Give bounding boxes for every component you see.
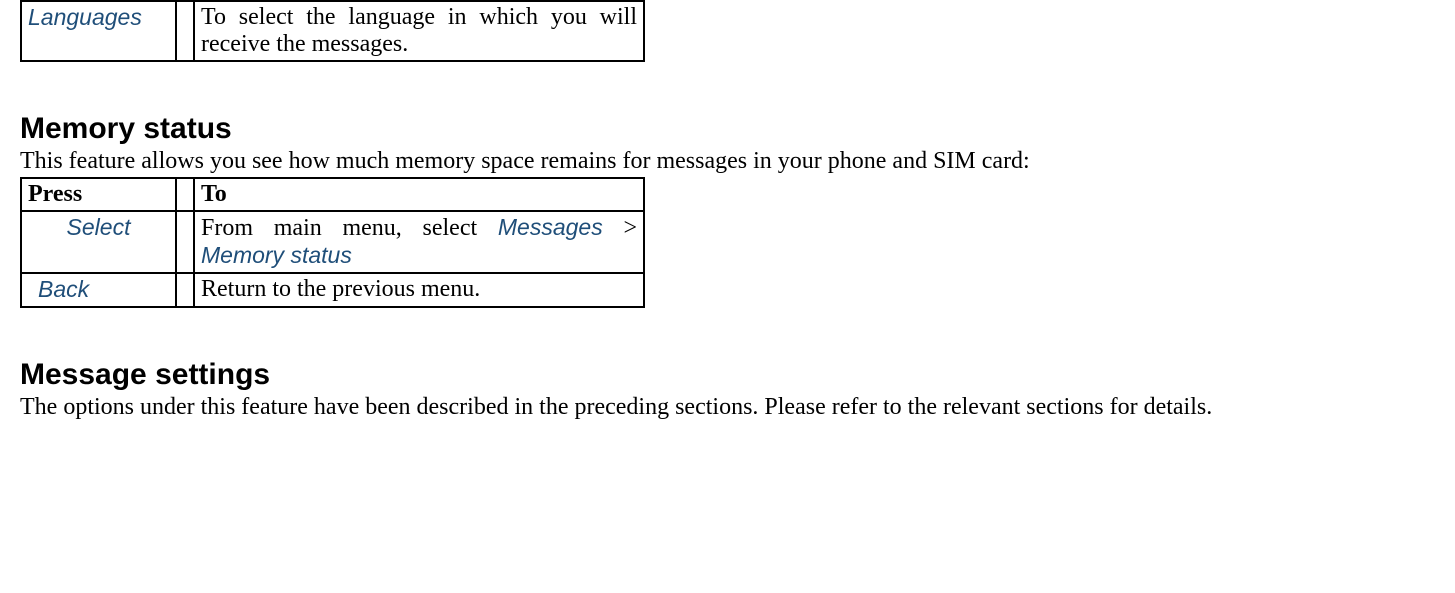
languages-table: Languages To select the language in whic… [20,0,645,62]
header-press: Press [21,178,176,211]
menu-label-memory-status: Memory status [201,242,352,268]
cell-label: Select [21,211,176,273]
header-spacer [176,178,194,211]
table-row: Back Return to the previous menu. [21,273,644,307]
desc-separator: > [603,215,637,241]
cell-spacer [176,211,194,273]
table-header-row: Press To [21,178,644,211]
cell-spacer [176,273,194,307]
heading-message-settings: Message settings [20,358,1435,392]
menu-label-select: Select [28,214,169,241]
cell-label: Back [21,273,176,307]
cell-description: Return to the previous menu. [194,273,644,307]
menu-label-languages: Languages [28,4,142,30]
cell-description: From main menu, select Messages > Memory… [194,211,644,273]
message-settings-intro: The options under this feature have been… [20,394,1435,421]
desc-prefix: From main menu, select [201,215,498,241]
table-row: Select From main menu, select Messages >… [21,211,644,273]
memory-status-table: Press To Select From main menu, select M… [20,177,645,308]
cell-spacer [176,1,194,61]
table-row: Languages To select the language in whic… [21,1,644,61]
header-to: To [194,178,644,211]
cell-label: Languages [21,1,176,61]
menu-label-messages: Messages [498,214,603,240]
cell-description: To select the language in which you will… [194,1,644,61]
heading-memory-status: Memory status [20,112,1435,146]
menu-label-back: Back [28,276,89,302]
memory-status-intro: This feature allows you see how much mem… [20,148,1435,175]
